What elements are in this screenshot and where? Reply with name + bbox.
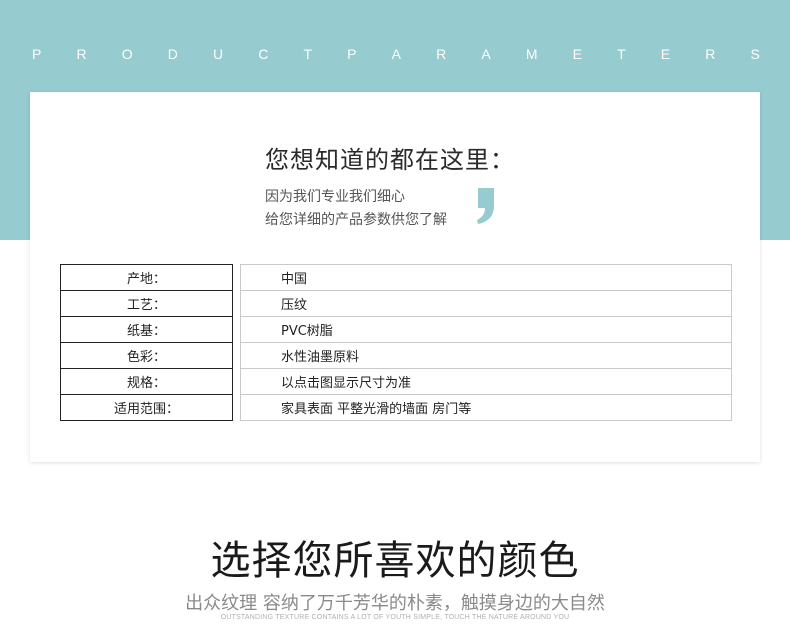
table-row: 规格： (60, 368, 233, 395)
closing-quote-icon (477, 188, 494, 224)
table-row: PVC树脂 (240, 316, 732, 343)
param-value: 中国 (240, 264, 732, 291)
parameters-card: 您想知道的都在这里： 因为我们专业我们细心 给您详细的产品参数供您了解 产地： … (30, 92, 760, 462)
title-letter: P (347, 46, 357, 62)
param-label: 工艺： (60, 290, 233, 317)
table-row: 水性油墨原料 (240, 342, 732, 369)
table-row: 家具表面 平整光滑的墙面 房门等 (240, 394, 732, 421)
parameter-values-table: 中国 压纹 PVC树脂 水性油墨原料 以点击图显示尺寸为准 家具表面 平整光滑的… (240, 264, 732, 421)
title-letter: T (303, 46, 313, 62)
title-letter: E (660, 46, 671, 62)
table-row: 中国 (240, 264, 732, 291)
parameter-labels-table: 产地： 工艺： 纸基： 色彩： 规格： 适用范围： (60, 264, 233, 421)
table-row: 适用范围： (60, 394, 233, 421)
card-subtitle-line-2: 给您详细的产品参数供您了解 (265, 212, 447, 228)
param-value: 以点击图显示尺寸为准 (240, 368, 732, 395)
title-letter: R (76, 46, 87, 62)
section-english-tagline: OUTSTANDING TEXTURE CONTAINS A LOT OF YO… (220, 614, 570, 621)
title-letter: M (525, 46, 538, 62)
param-label: 纸基： (60, 316, 233, 343)
title-letter: U (212, 46, 224, 62)
section-title: 选择您所喜欢的颜色 (210, 538, 580, 584)
param-value: PVC树脂 (240, 316, 732, 343)
card-subtitle-line-1: 因为我们专业我们细心 (265, 189, 405, 205)
title-letter: C (258, 46, 269, 62)
section-subtitle: 出众纹理 容纳了万千芳华的朴素，触摸身边的大自然 (185, 593, 605, 614)
table-row: 工艺： (60, 290, 233, 317)
table-row: 压纹 (240, 290, 732, 317)
table-row: 色彩： (60, 342, 233, 369)
param-label: 产地： (60, 264, 233, 291)
title-letter: E (572, 46, 582, 62)
title-letter: O (121, 46, 133, 62)
product-parameters-title: P R O D U C T P A R A M E T E R S (0, 42, 790, 66)
param-label: 适用范围： (60, 394, 233, 421)
title-letter: D (167, 46, 178, 62)
card-heading: 您想知道的都在这里： (265, 146, 515, 174)
table-row: 以点击图显示尺寸为准 (240, 368, 732, 395)
param-label: 色彩： (60, 342, 233, 369)
title-letter: R (436, 46, 447, 62)
table-row: 纸基： (60, 316, 233, 343)
param-value: 家具表面 平整光滑的墙面 房门等 (240, 394, 732, 421)
param-label: 规格： (60, 368, 233, 395)
param-value: 水性油墨原料 (240, 342, 732, 369)
param-value: 压纹 (240, 290, 732, 317)
title-letter: A (391, 46, 401, 62)
table-row: 产地： (60, 264, 233, 291)
title-letter: T (617, 46, 626, 62)
title-letter: R (705, 46, 716, 62)
title-letter: S (750, 46, 760, 62)
title-letter: P (32, 46, 42, 62)
title-letter: A (481, 46, 491, 62)
